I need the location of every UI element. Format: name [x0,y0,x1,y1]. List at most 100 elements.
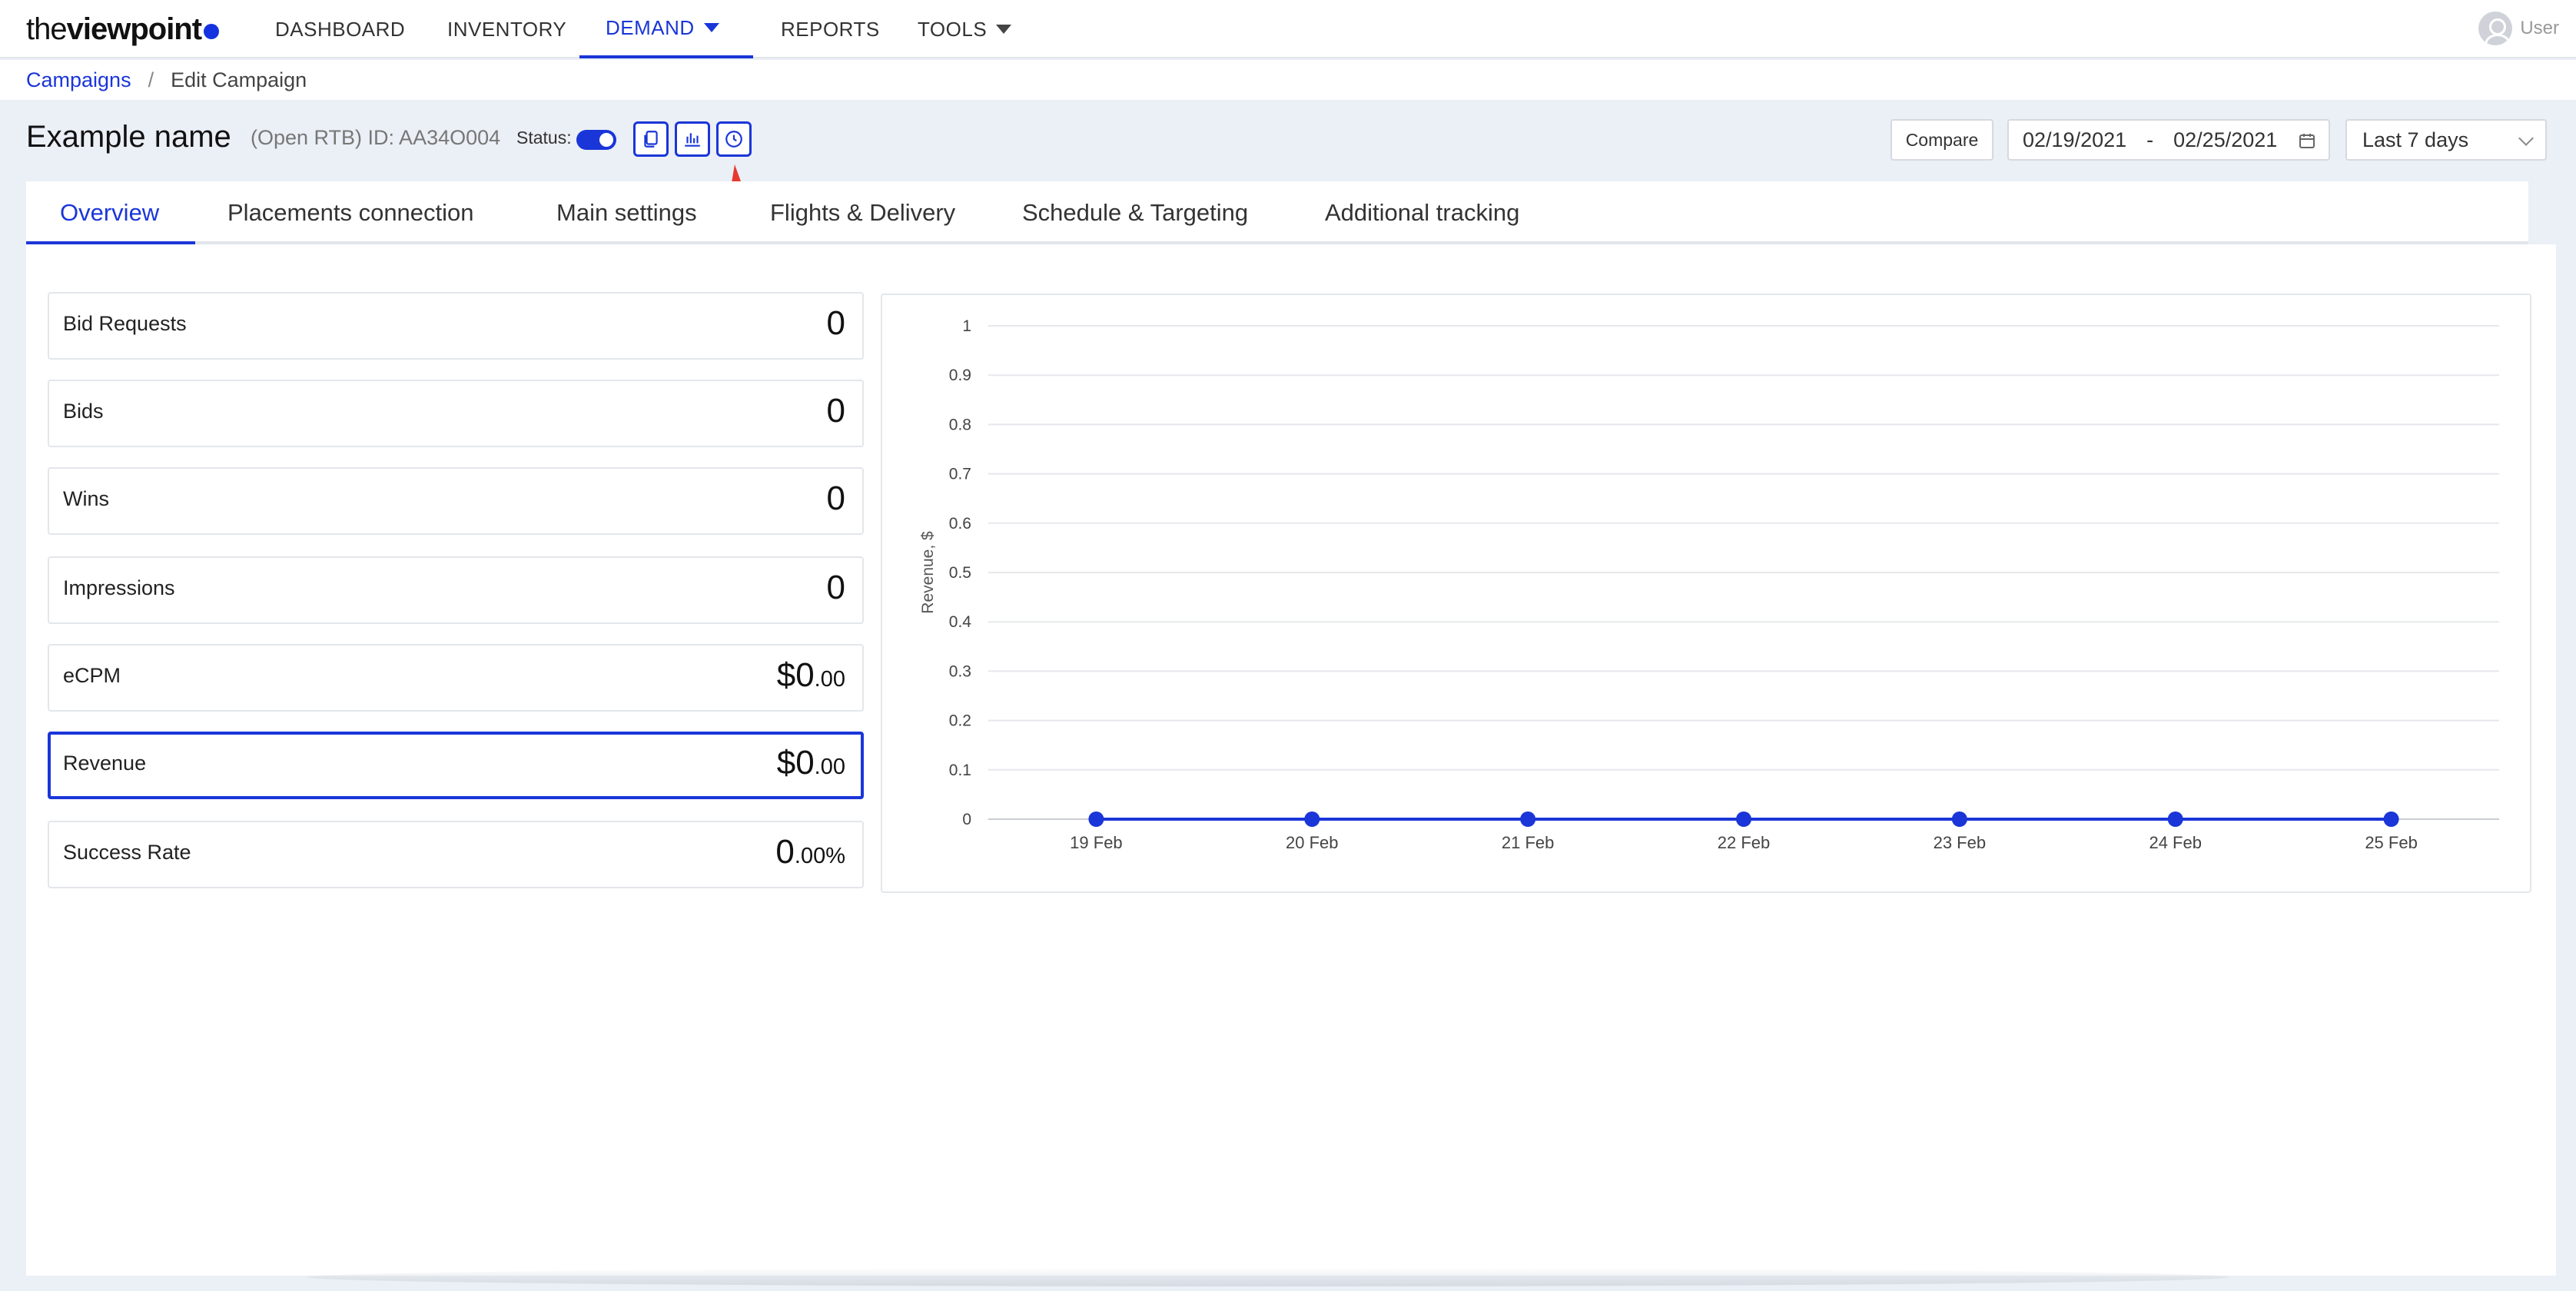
breadcrumb: Campaigns / Edit Campaign [26,60,307,100]
y-tick-label: 0.2 [949,712,971,730]
user-menu[interactable]: User [2478,9,2559,48]
nav-demand-label: DEMAND [606,15,695,39]
x-tick-label: 22 Feb [1718,833,1771,852]
y-tick-label: 1 [962,317,971,335]
metric-card-impressions[interactable]: Impressions 0 [48,556,864,624]
metric-label: Impressions [63,576,175,599]
clock-icon [725,131,742,148]
nav-demand[interactable]: DEMAND [579,0,753,58]
data-point [2383,811,2399,827]
caret-down-icon [703,23,719,32]
metric-label: Revenue [63,752,147,775]
y-tick-label: 0.6 [949,515,971,533]
x-tick-label: 20 Feb [1286,833,1339,852]
metric-value-decimals: .00% [794,844,845,868]
copy-button[interactable] [633,121,669,157]
metric-card-bid-requests[interactable]: Bid Requests 0 [48,292,864,360]
x-tick-label: 19 Feb [1070,833,1123,852]
date-separator: - [2146,128,2154,151]
breadcrumb-campaigns-link[interactable]: Campaigns [26,68,131,92]
tab-additional-tracking[interactable]: Additional tracking [1325,181,1519,244]
nav-dashboard-label: DASHBOARD [275,17,406,41]
compare-button[interactable]: Compare [1891,119,1993,161]
y-tick-label: 0.1 [949,762,971,779]
nav-dashboard[interactable]: DASHBOARD [275,0,405,58]
metric-value-main: 0 [826,304,845,342]
metric-value-decimals: .00 [814,667,845,692]
tab-overview[interactable]: Overview [60,181,159,244]
tab-schedule-targeting[interactable]: Schedule & Targeting [1022,181,1248,244]
caret-down-icon [996,25,1012,34]
range-select[interactable]: Last 7 days [2345,119,2547,161]
user-avatar-icon [2478,12,2513,45]
data-point [1088,811,1104,827]
data-point [1520,811,1536,827]
metric-value-main: 0 [775,833,795,871]
status-toggle[interactable] [576,130,616,150]
y-tick-label: 0 [962,811,971,828]
history-button[interactable] [716,121,752,157]
user-label: User [2520,18,2559,38]
tab-flights-label: Flights & Delivery [770,199,956,226]
metric-value-main: 0 [826,392,845,430]
metric-value-main: $0 [776,744,815,782]
tab-flights-delivery[interactable]: Flights & Delivery [770,181,955,244]
metric-card-wins[interactable]: Wins 0 [48,467,864,535]
y-tick-label: 0.9 [949,367,971,384]
metric-value: 0 [827,480,845,518]
range-select-value: Last 7 days [2362,128,2469,151]
tab-tracking-label: Additional tracking [1325,199,1520,226]
metric-value-main: 0 [826,480,845,517]
metric-value: 0.00% [775,833,845,871]
tab-schedule-label: Schedule & Targeting [1022,199,1249,226]
nav-reports[interactable]: REPORTS [781,0,880,58]
metric-label: Bid Requests [63,312,187,335]
metric-value-decimals: .00 [814,755,845,779]
data-point [1951,811,1967,827]
brand-logo[interactable]: the viewpoint [26,8,220,51]
calendar-icon [2299,134,2315,148]
y-tick-label: 0.4 [949,613,972,631]
stats-button[interactable] [675,121,710,157]
metric-value: 0 [827,304,845,343]
date-from: 02/19/2021 [2023,128,2127,151]
breadcrumb-separator: / [148,68,154,91]
tab-bar: Overview Placements connection Main sett… [26,181,2528,244]
x-tick-label: 23 Feb [1934,833,1987,852]
tab-placements-label: Placements connection [227,199,474,226]
metric-label: Bids [63,400,104,423]
tab-main-settings[interactable]: Main settings [556,181,697,244]
metric-label: Wins [63,487,109,510]
metric-label: eCPM [63,664,121,687]
tab-overview-label: Overview [60,199,160,226]
metric-card-bids[interactable]: Bids 0 [48,380,864,447]
campaign-id: (Open RTB) ID: AA34O004 [251,126,501,149]
x-tick-label: 21 Feb [1502,833,1555,852]
metric-card-success-rate[interactable]: Success Rate 0.00% [48,821,864,888]
copy-icon [644,131,658,148]
nav-inventory-label: INVENTORY [447,17,567,41]
x-tick-label: 24 Feb [2149,833,2202,852]
breadcrumb-current: Edit Campaign [171,68,307,91]
bar-chart-icon [685,133,700,147]
date-range-picker[interactable]: 02/19/2021 - 02/25/2021 [2007,119,2330,161]
nav-reports-label: REPORTS [781,17,880,41]
tab-main-settings-label: Main settings [556,199,697,226]
x-tick-label: 25 Feb [2365,833,2418,852]
metric-card-revenue[interactable]: Revenue $0.00 [48,732,864,799]
chevron-down-icon [2518,131,2534,146]
tab-placements-connection[interactable]: Placements connection [227,181,474,244]
metric-value: 0 [827,392,845,430]
nav-inventory[interactable]: INVENTORY [447,0,566,58]
nav-tools[interactable]: TOOLS [918,0,1012,58]
logo-dot-icon [204,24,220,39]
metric-value: 0 [827,569,845,607]
data-point [1304,811,1320,827]
metric-card-ecpm[interactable]: eCPM $0.00 [48,644,864,712]
metric-value: $0.00 [777,656,845,695]
date-to: 02/25/2021 [2173,128,2278,151]
data-point [1736,811,1751,827]
y-tick-label: 0.7 [949,466,971,483]
page-title: Example name [26,120,231,154]
metric-value-main: 0 [826,569,845,606]
